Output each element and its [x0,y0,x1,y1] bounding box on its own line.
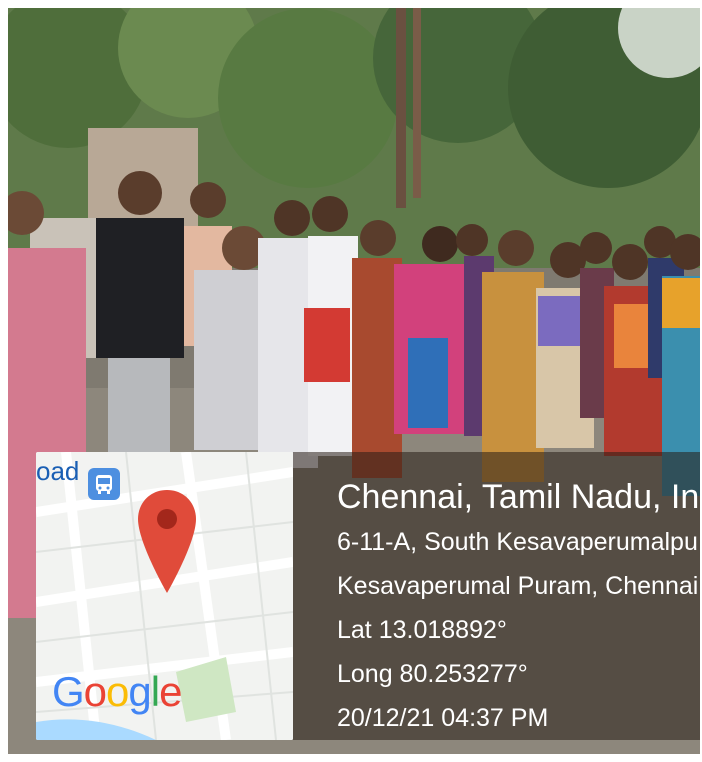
timestamp-text: 20/12/21 04:37 PM [337,704,549,732]
google-logo-letter: o [83,668,107,715]
address-line-2: Kesavaperumal Puram, Chennai, [337,572,700,600]
google-logo-letter: e [159,668,182,715]
map-pin-icon [136,488,198,598]
map-thumbnail[interactable]: oad Google [36,452,293,740]
longitude-text: Long 80.253277° [337,660,528,688]
latitude-text: Lat 13.018892° [337,616,507,644]
google-logo-letter: o [106,668,129,715]
bus-icon [88,468,120,500]
location-title: Chennai, Tamil Nadu, In [337,478,700,516]
map-road-label: oad [36,456,80,486]
google-logo-letter: l [150,668,160,715]
geotag-info-panel: Chennai, Tamil Nadu, In 6-11-A, South Ke… [293,452,700,740]
google-logo-letter: g [128,668,151,715]
geotagged-photo-frame: oad Google Chennai, Tamil Nadu, In 6-11-… [8,8,700,754]
google-logo: Google [52,668,182,716]
address-line-1: 6-11-A, South Kesavaperumalpu [337,528,698,556]
google-logo-letter: G [52,668,85,715]
